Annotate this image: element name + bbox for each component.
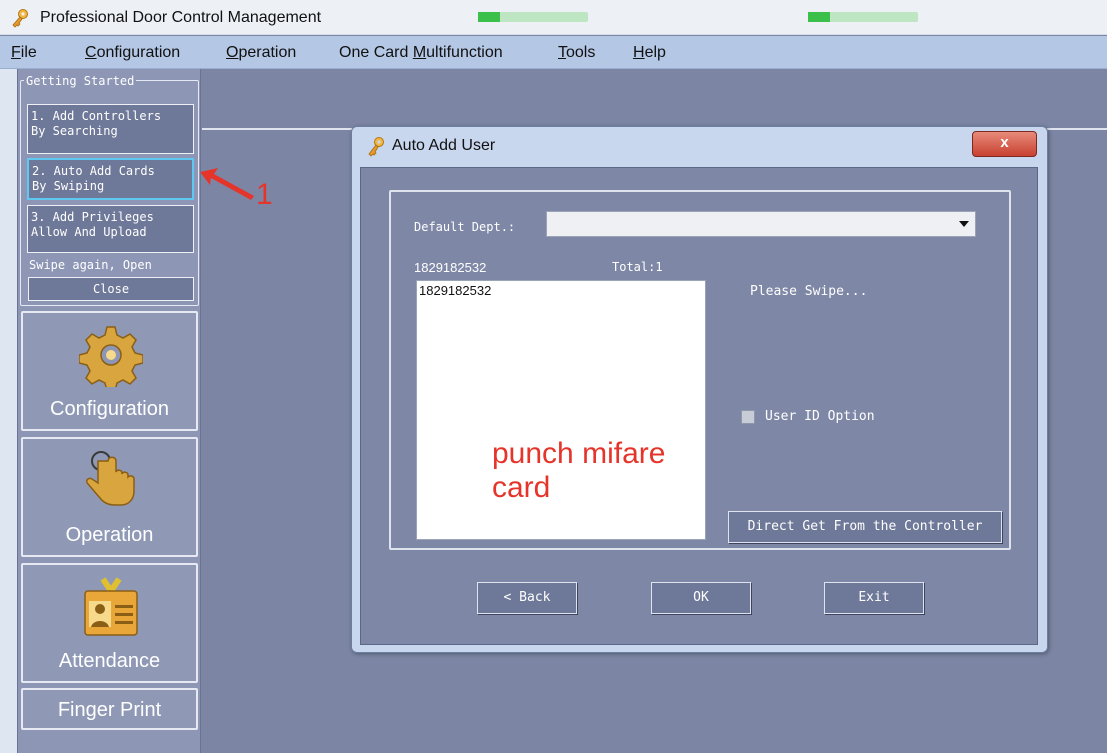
- getting-started-legend: Getting Started: [24, 74, 137, 88]
- default-dept-select[interactable]: [546, 211, 976, 237]
- window-title: Professional Door Control Management: [40, 9, 322, 26]
- gear-icon: [79, 326, 143, 387]
- menu-bar: File Configuration Operation One Card Mu…: [0, 36, 1107, 69]
- auto-add-cards-line1: 2. Auto Add Cards: [32, 164, 155, 178]
- menu-configuration[interactable]: Configuration: [85, 44, 180, 62]
- title-bar: Professional Door Control Management: [0, 0, 1107, 35]
- add-privileges-line2: Allow And Upload: [31, 225, 147, 239]
- finger-print-label: Finger Print: [57, 699, 162, 721]
- total-count: Total:1: [612, 260, 663, 274]
- left-edge-strip: [0, 69, 17, 753]
- card-list[interactable]: 1829182532 punch mifare card: [416, 280, 706, 540]
- finger-print-button[interactable]: Finger Print: [21, 688, 198, 730]
- menu-one-card-multifunction[interactable]: One Card Multifunction: [339, 44, 503, 62]
- blurred-taskbar-item: [478, 12, 588, 22]
- swipe-again-note: Swipe again, Open: [29, 258, 152, 272]
- direct-get-from-controller-button[interactable]: Direct Get From the Controller: [728, 511, 1002, 543]
- add-controllers-button[interactable]: 1. Add Controllers By Searching: [27, 104, 194, 154]
- annotation-step-number: 1: [256, 178, 273, 210]
- dialog-body: Default Dept.: 1829182532 Total:1 182918…: [360, 167, 1038, 645]
- menu-file[interactable]: File: [11, 44, 37, 62]
- hand-pointer-icon: [86, 451, 135, 506]
- menu-tools[interactable]: Tools: [558, 44, 595, 62]
- dialog-key-icon: [368, 137, 384, 157]
- auto-add-cards-line2: By Swiping: [32, 179, 105, 193]
- exit-button[interactable]: Exit: [824, 582, 924, 614]
- dialog-title: Auto Add User: [392, 137, 496, 154]
- app-key-icon: [12, 9, 28, 28]
- annotation-arrow-icon: 1: [200, 168, 273, 210]
- close-button[interactable]: Close: [28, 277, 194, 301]
- chevron-down-icon: [959, 221, 969, 227]
- user-id-option-label: User ID Option: [765, 409, 875, 424]
- operation-button[interactable]: Operation: [21, 437, 198, 557]
- back-button[interactable]: < Back: [477, 582, 577, 614]
- id-badge-icon: [84, 577, 138, 636]
- attendance-button[interactable]: Attendance: [21, 563, 198, 683]
- configuration-button[interactable]: Configuration: [21, 311, 198, 431]
- add-controllers-line2: By Searching: [31, 124, 118, 138]
- swipe-status: Please Swipe...: [750, 284, 868, 299]
- menu-operation[interactable]: Operation: [226, 44, 296, 62]
- operation-label: Operation: [65, 524, 154, 546]
- menu-help[interactable]: Help: [633, 44, 666, 62]
- add-privileges-button[interactable]: 3. Add Privileges Allow And Upload: [27, 205, 194, 253]
- attendance-label: Attendance: [58, 650, 161, 672]
- default-dept-label: Default Dept.:: [414, 220, 516, 234]
- auto-add-user-dialog: Auto Add User x Default Dept.: 182918253…: [351, 126, 1048, 653]
- add-privileges-line1: 3. Add Privileges: [31, 210, 154, 224]
- auto-add-cards-button[interactable]: 2. Auto Add Cards By Swiping: [27, 158, 194, 200]
- configuration-label: Configuration: [50, 398, 169, 420]
- add-controllers-line1: 1. Add Controllers: [31, 109, 162, 123]
- annotation-card-hint: punch mifare card: [492, 437, 666, 504]
- dialog-close-button[interactable]: x: [972, 131, 1037, 157]
- last-card-number: 1829182532: [414, 260, 487, 275]
- list-item[interactable]: 1829182532: [419, 283, 491, 298]
- ok-button[interactable]: OK: [651, 582, 751, 614]
- user-id-option-checkbox[interactable]: [741, 410, 755, 424]
- blurred-taskbar-item: [808, 12, 918, 22]
